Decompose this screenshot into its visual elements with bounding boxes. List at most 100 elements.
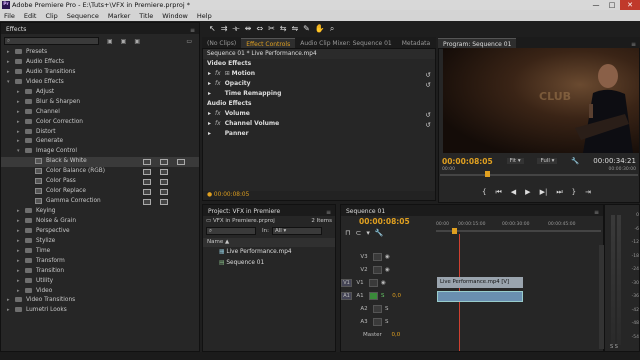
effects-tree-item[interactable]: Color Pass xyxy=(1,177,199,187)
fit-dropdown[interactable]: Fit ▾ xyxy=(506,158,524,164)
collapsed-arrow-icon[interactable]: ▸ xyxy=(17,98,25,108)
panel-menu-icon[interactable]: ≡ xyxy=(186,27,199,34)
tab-effects[interactable]: Effects xyxy=(1,24,31,34)
collapsed-arrow-icon[interactable]: ▸ xyxy=(7,58,15,68)
effects-tree-item[interactable]: ▸ Utility xyxy=(1,277,199,287)
expand-arrow-icon[interactable]: ▸ xyxy=(208,90,211,97)
effects-tree-item[interactable]: ▸ Adjust xyxy=(1,88,199,98)
timecode-value[interactable]: 00:00:08:05 xyxy=(214,192,249,198)
collapsed-arrow-icon[interactable]: ▸ xyxy=(17,88,25,98)
video-clip[interactable]: Live Performance.mp4 [V] xyxy=(437,277,523,288)
panel-menu-icon[interactable]: ≡ xyxy=(590,209,603,216)
expanded-arrow-icon[interactable]: ▾ xyxy=(17,147,25,157)
minimize-button[interactable]: — xyxy=(588,0,604,10)
menu-edit[interactable]: Edit xyxy=(24,12,37,20)
effects-tree-item[interactable]: ▸ Distort xyxy=(1,128,199,138)
effect-controls-timecode[interactable]: ● 00:00:08:05 xyxy=(203,191,435,200)
effects-tree-item[interactable]: ▸ Perspective xyxy=(1,227,199,237)
mute-button[interactable] xyxy=(369,291,378,300)
effects-search-input[interactable]: ⌕ xyxy=(4,37,99,45)
menu-help[interactable]: Help xyxy=(197,12,212,20)
meter-solo-left[interactable]: S xyxy=(610,344,613,350)
project-item-sequence[interactable]: ▤ Sequence 01 xyxy=(203,258,335,269)
effects-tree-item[interactable]: ▸ Stylize xyxy=(1,237,199,247)
effects-tree-item[interactable]: ▸ Lumetri Looks xyxy=(1,306,199,316)
program-current-timecode[interactable]: 00:00:08:05 xyxy=(442,157,493,166)
effects-tree-item[interactable]: ▾ Video Effects xyxy=(1,78,199,88)
go-to-out-button[interactable]: ⏭ xyxy=(556,188,562,197)
step-forward-button[interactable]: ▶| xyxy=(540,188,548,197)
expand-arrow-icon[interactable]: ▸ xyxy=(208,110,211,117)
solo-button[interactable]: S xyxy=(385,306,389,312)
collapsed-arrow-icon[interactable]: ▸ xyxy=(17,247,25,257)
effects-tree-item[interactable]: Color Replace xyxy=(1,187,199,197)
expand-arrow-icon[interactable]: ▸ xyxy=(208,120,211,127)
collapsed-arrow-icon[interactable]: ▸ xyxy=(17,257,25,267)
collapsed-arrow-icon[interactable]: ▸ xyxy=(17,108,25,118)
linked-selection-icon[interactable]: ⊂ xyxy=(355,229,361,237)
track-v3[interactable]: V3 ◉ xyxy=(341,251,436,264)
effects-tree-item[interactable]: ▸ Keying xyxy=(1,207,199,217)
tab-program[interactable]: Program: Sequence 01 xyxy=(438,38,517,48)
timeline-timecode[interactable]: 00:00:08:05 xyxy=(359,217,410,226)
settings-wrench-icon[interactable]: 🔧 xyxy=(571,157,579,165)
mute-button[interactable] xyxy=(373,317,382,326)
effects-tree-item[interactable]: ▸ Transition xyxy=(1,267,199,277)
step-back-button[interactable]: ◀ xyxy=(511,188,516,197)
effects-tree-item[interactable]: ▸ Generate xyxy=(1,137,199,147)
accelerated-effects-icon[interactable]: ▣ xyxy=(107,38,113,45)
effect-row-time-remapping[interactable]: ▸fxTime Remapping xyxy=(203,89,435,99)
track-a2[interactable]: A2 S xyxy=(341,303,436,316)
solo-button[interactable]: S xyxy=(385,319,389,325)
toggle-output-icon[interactable] xyxy=(373,252,382,261)
panel-menu-icon[interactable]: ≡ xyxy=(627,41,640,48)
slip-tool-icon[interactable]: ⇆ xyxy=(280,24,287,33)
rate-stretch-tool-icon[interactable]: ⇔ xyxy=(256,24,263,33)
menu-marker[interactable]: Marker xyxy=(108,12,130,20)
pen-tool-icon[interactable]: ✎ xyxy=(303,24,310,33)
mute-button[interactable] xyxy=(373,304,382,313)
project-item-clip[interactable]: ▦ Live Performance.mp4 xyxy=(203,247,335,258)
project-column-header[interactable]: Name ▲ xyxy=(203,238,335,247)
collapsed-arrow-icon[interactable]: ▸ xyxy=(7,68,15,78)
mark-out-button[interactable]: } xyxy=(572,188,576,197)
audio-clip[interactable] xyxy=(437,291,523,302)
fx-badge[interactable]: fx xyxy=(215,120,221,127)
eye-icon[interactable]: ◉ xyxy=(385,267,390,273)
collapsed-arrow-icon[interactable]: ▸ xyxy=(17,267,25,277)
snap-icon[interactable]: ⊓ xyxy=(345,229,350,237)
source-patch-v1[interactable]: V1 xyxy=(341,278,352,287)
master-volume[interactable]: 0,0 xyxy=(392,332,401,338)
expand-arrow-icon[interactable]: ▸ xyxy=(208,70,211,77)
lift-button[interactable]: ⇥ xyxy=(585,188,591,197)
effects-tree-item[interactable]: ▸ Time xyxy=(1,247,199,257)
fx-badge[interactable]: fx xyxy=(215,70,221,77)
menu-clip[interactable]: Clip xyxy=(45,12,57,20)
collapsed-arrow-icon[interactable]: ▸ xyxy=(17,128,25,138)
effects-tree-item[interactable]: ▸ Presets xyxy=(1,48,199,58)
collapsed-arrow-icon[interactable]: ▸ xyxy=(17,118,25,128)
timeline-playhead[interactable] xyxy=(452,228,457,234)
track-select-tool-icon[interactable]: ⇉ xyxy=(221,24,228,33)
slide-tool-icon[interactable]: ⇋ xyxy=(291,24,298,33)
track-a3[interactable]: A3 S xyxy=(341,316,436,329)
collapsed-arrow-icon[interactable]: ▸ xyxy=(17,287,25,297)
collapsed-arrow-icon[interactable]: ▸ xyxy=(17,277,25,287)
yuv-effects-icon[interactable]: ▣ xyxy=(134,38,140,45)
source-patch-a1[interactable]: A1 xyxy=(341,291,352,300)
rolling-edit-tool-icon[interactable]: ⇹ xyxy=(245,24,252,33)
effects-tree-item[interactable]: ▸ Audio Effects xyxy=(1,58,199,68)
tab-source[interactable]: (No Clips) xyxy=(202,38,241,48)
effects-tree-item[interactable]: ▸ Channel xyxy=(1,108,199,118)
expanded-arrow-icon[interactable]: ▾ xyxy=(7,78,15,88)
effect-row-motion[interactable]: ▸ fx ⊞ Motion ↺ xyxy=(203,69,435,79)
tab-metadata[interactable]: Metadata xyxy=(397,38,435,48)
solo-button[interactable]: S xyxy=(381,293,385,299)
play-button[interactable]: ▶ xyxy=(525,188,530,197)
program-video-frame[interactable]: CLUB xyxy=(443,48,639,153)
collapsed-arrow-icon[interactable]: ▸ xyxy=(7,296,15,306)
effects-tree-item[interactable]: Gamma Correction xyxy=(1,197,199,207)
track-v2[interactable]: V2 ◉ xyxy=(341,264,436,277)
tab-effect-controls[interactable]: Effect Controls xyxy=(241,38,296,48)
add-marker-icon[interactable]: ▾ xyxy=(366,229,370,237)
